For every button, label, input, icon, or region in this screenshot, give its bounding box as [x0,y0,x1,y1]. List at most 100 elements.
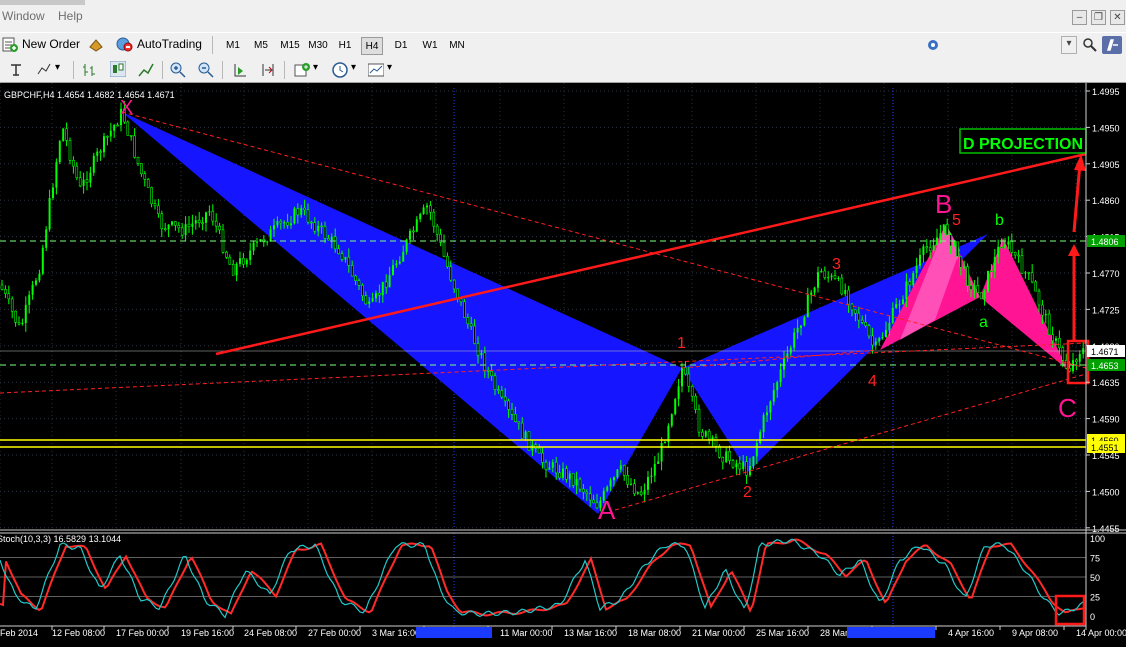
zoom-in-icon[interactable] [170,62,186,78]
minimize-icon[interactable]: – [1072,10,1087,25]
expert-advisors-icon[interactable] [88,37,104,53]
candle-body [677,386,680,400]
menu-window[interactable]: Window [2,9,45,23]
candle-body [956,241,959,257]
candle-body [10,298,14,312]
line-chart-icon[interactable] [138,62,154,78]
candle-body [922,246,925,255]
candle-body [327,238,330,241]
candle-body [146,179,150,188]
candle-body [544,462,548,471]
candle-body [520,422,524,439]
text-cursor-icon[interactable] [8,62,24,78]
candle-body [915,265,918,274]
periods-clock-icon[interactable] [332,62,348,78]
autoscroll-icon[interactable] [232,62,248,78]
candle-body [1024,272,1027,274]
candle-body [864,321,867,326]
time-highlight-2 [847,627,935,638]
candle-body [905,281,908,300]
settings-gear-icon[interactable] [925,37,941,53]
candle-body [517,421,521,424]
candle-body [966,266,969,286]
templates-dropdown-icon[interactable]: ▾ [387,62,392,73]
periods-dropdown-icon[interactable]: ▾ [351,62,356,73]
community-icon[interactable] [1102,36,1122,54]
candle-body [762,415,765,433]
candle-body [129,135,133,137]
timeframe-m15[interactable]: M15 [279,37,301,55]
indicators-dropdown-icon[interactable]: ▾ [313,62,318,73]
candle-body [919,254,921,266]
candle-body [1078,354,1081,362]
candle-body [347,256,351,266]
candle-body [476,343,480,356]
candle-body [402,251,405,262]
timeframe-w1[interactable]: W1 [420,37,440,55]
candle-body [0,284,4,290]
indicators-icon[interactable] [294,62,310,78]
candle-body [551,462,554,468]
price-tick-label: 1.4995 [1092,87,1120,97]
toolbar-separator [284,61,285,79]
candle-body [337,248,340,254]
timeframe-m30[interactable]: M30 [307,37,329,55]
timeframe-m1[interactable]: M1 [224,37,242,55]
candle-body [452,279,456,290]
candle-body [113,125,116,131]
templates-icon[interactable] [368,62,384,78]
candle-body [514,414,517,422]
candle-body [718,445,721,458]
timeframe-mn[interactable]: MN [447,37,467,55]
timeframe-m5[interactable]: M5 [252,37,270,55]
window-title-stub [0,0,85,5]
search-icon[interactable] [1082,37,1098,53]
wave-b-label: b [995,212,1004,229]
candle-body [613,477,615,481]
timeframe-h1[interactable]: H1 [336,37,354,55]
search-dropdown[interactable]: ▾ [1061,36,1077,54]
candle-body [143,173,147,180]
candle-body [486,369,490,372]
zoom-out-icon[interactable] [198,62,214,78]
chart-window[interactable]: D PROJECTION X A B C 1 2 3 4 5 a b GBPCH… [0,83,1126,642]
candle-body [789,347,792,354]
restore-icon[interactable]: ❐ [1091,10,1106,25]
candle-body [426,205,428,208]
chart-shift-icon[interactable] [260,62,276,78]
price-chart[interactable]: D PROJECTION X A B C 1 2 3 4 5 a b GBPCH… [0,83,1126,642]
candle-body [1041,304,1044,316]
price-tick-label: 1.4635 [1092,378,1120,388]
bar-chart-icon[interactable] [82,62,98,78]
candle-body [554,461,558,474]
candle-body [442,242,446,257]
candle-body [500,390,504,398]
candlestick-icon[interactable] [110,61,126,77]
menu-help[interactable]: Help [58,9,83,23]
candle-body [755,443,758,457]
candle-body [167,224,170,230]
wave-4-label: 4 [868,373,877,390]
autotrading-label: AutoTrading [137,37,202,51]
candle-body [150,187,153,204]
new-order-button[interactable]: New Order [2,36,80,52]
objects-dropdown-icon[interactable]: ▾ [55,62,60,73]
candle-body [228,256,232,265]
close-icon[interactable]: ✕ [1110,10,1125,25]
price-tick-label: 1.4950 [1092,123,1120,133]
timeframe-h4[interactable]: H4 [361,37,383,55]
candle-body [959,256,963,268]
candle-body [163,228,167,231]
timeframe-d1[interactable]: D1 [392,37,410,55]
candle-body [616,469,619,478]
candle-body [721,456,725,463]
autotrading-button[interactable]: AutoTrading [115,36,202,52]
objects-icon[interactable] [36,62,52,78]
candle-body [235,263,238,276]
candle-body [800,325,802,328]
candle-body [58,141,61,163]
candle-body [664,441,666,444]
candle-body [776,382,779,391]
candle-body [674,399,677,415]
candle-body [116,124,119,127]
